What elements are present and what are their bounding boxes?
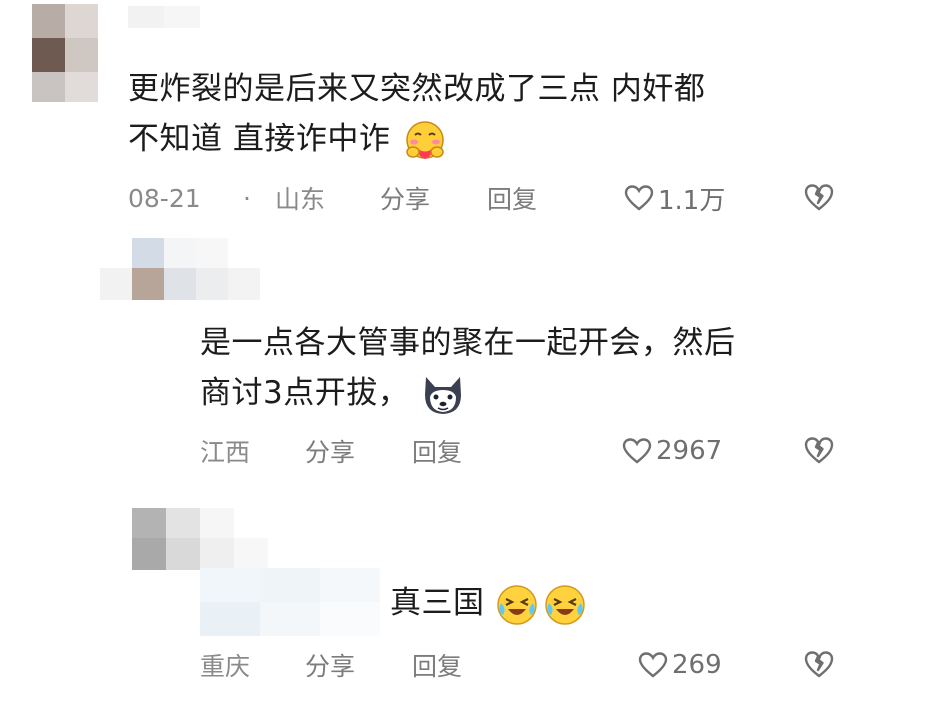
comment-meta: 08-21 · 山东 分享 回复 1.1万 xyxy=(0,180,931,216)
broken-heart-icon xyxy=(804,651,834,678)
like-count: 269 xyxy=(672,650,722,680)
reply-button[interactable]: 回复 xyxy=(412,433,462,469)
wolf-emoji-icon xyxy=(420,373,466,417)
share-button[interactable]: 分享 xyxy=(305,647,355,683)
comment-line: 商讨3点开拔， xyxy=(200,375,410,411)
heart-outline-icon xyxy=(624,185,654,211)
like-button[interactable]: 269 xyxy=(638,650,722,680)
comment-line: 是一点各大管事的聚在一起开会，然后 xyxy=(200,325,736,361)
comment-location: 山东 xyxy=(275,185,326,214)
reply-button[interactable]: 回复 xyxy=(487,180,537,216)
heart-outline-icon xyxy=(638,652,668,678)
like-button[interactable]: 1.1万 xyxy=(624,180,725,217)
comment-line: 真三国 xyxy=(390,585,485,621)
username-blur xyxy=(200,568,380,636)
comment-meta: 重庆 分享 回复 269 xyxy=(0,647,931,683)
crying-laughing-emoji-icon xyxy=(543,583,587,627)
comment-line: 更炸裂的是后来又突然改成了三点 内奸都 xyxy=(128,71,706,107)
heart-outline-icon xyxy=(622,438,652,464)
comment-location: 重庆 xyxy=(200,652,251,681)
comment-location: 江西 xyxy=(200,438,251,467)
dislike-button[interactable] xyxy=(803,182,835,218)
avatar[interactable] xyxy=(132,508,268,570)
avatar[interactable] xyxy=(32,4,98,72)
comment-line: 不知道 直接诈中诈 xyxy=(128,121,391,157)
comment-text: 是一点各大管事的聚在一起开会，然后 商讨3点开拔， xyxy=(200,318,736,418)
dislike-button[interactable] xyxy=(803,649,835,685)
comment-meta: 江西 分享 回复 2967 xyxy=(0,433,931,469)
broken-heart-icon xyxy=(804,437,834,464)
broken-heart-icon xyxy=(804,184,834,211)
share-button[interactable]: 分享 xyxy=(380,180,430,216)
comment-thread: 更炸裂的是后来又突然改成了三点 内奸都 不知道 直接诈中诈 08-21 · 山东 xyxy=(0,0,931,701)
comment-date: 08-21 xyxy=(128,183,201,213)
comment-text: 更炸裂的是后来又突然改成了三点 内奸都 不知道 直接诈中诈 xyxy=(128,64,705,164)
comment-text: 真三国 xyxy=(390,578,587,628)
share-button[interactable]: 分享 xyxy=(305,433,355,469)
crying-laughing-emoji-icon xyxy=(495,583,539,627)
avatar-lower xyxy=(32,72,98,102)
avatar[interactable] xyxy=(132,238,260,300)
like-button[interactable]: 2967 xyxy=(622,436,722,466)
meta-separator: · xyxy=(243,183,251,213)
dislike-button[interactable] xyxy=(803,435,835,471)
username-blur xyxy=(100,268,132,300)
hug-emoji-icon xyxy=(403,119,447,163)
username[interactable] xyxy=(128,6,200,28)
reply-button[interactable]: 回复 xyxy=(412,647,462,683)
like-count: 1.1万 xyxy=(658,185,726,216)
like-count: 2967 xyxy=(656,436,723,466)
